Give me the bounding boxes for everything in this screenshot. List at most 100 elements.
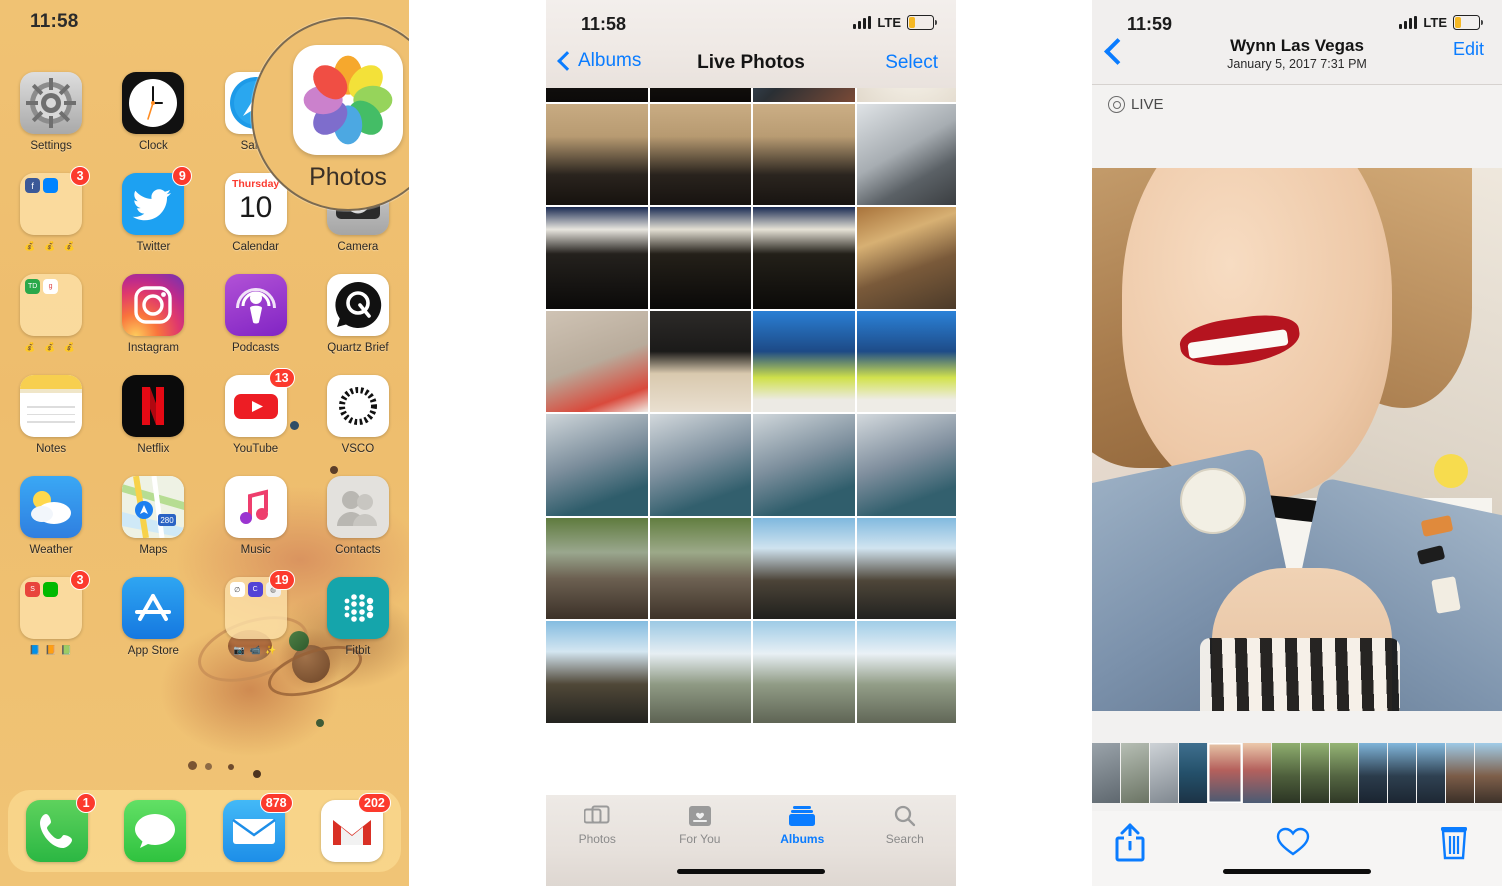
app-app-store[interactable]: App Store [109,577,197,657]
photo-thumbnail[interactable] [649,103,751,205]
app-twitter[interactable]: 9 Twitter [109,166,197,253]
photo-thumbnail[interactable] [649,621,751,723]
filmstrip-thumbnail[interactable] [1272,743,1300,803]
photo-thumbnail[interactable] [649,517,751,619]
photo-thumbnail[interactable] [856,88,956,102]
app-folder-phototools[interactable]: 19 ∅ C ◍ 📷 📹 ✨ [212,570,300,657]
filmstrip-thumbnail[interactable] [1150,743,1178,803]
photo-thumbnail[interactable] [753,621,855,723]
app-store-icon [122,577,185,639]
photo-thumbnail[interactable] [856,207,956,309]
app-quartz-brief[interactable]: Quartz Brief [314,274,402,354]
photo-thumbnail[interactable] [856,414,956,516]
panel-live-photos-album: 11:58 LTE Albums Live Photos Select Phot… [546,0,956,886]
photo-thumbnail[interactable] [649,310,751,412]
photo-thumbnail[interactable] [753,103,855,205]
app-music[interactable]: Music [212,476,300,556]
photo-thumbnail[interactable] [546,310,648,412]
photo-thumbnail[interactable] [546,414,648,516]
photo-thumbnail[interactable] [546,103,648,205]
photo-thumbnail[interactable] [753,88,855,102]
app-notes[interactable]: Notes [7,375,95,455]
badge-count: 9 [172,166,193,186]
app-clock[interactable]: Clock [109,72,197,152]
photo-thumbnail[interactable] [856,621,956,723]
photo-toolbar [1092,811,1502,886]
clock-icon [122,72,185,134]
photo-thumbnail[interactable] [546,88,648,102]
app-settings[interactable]: Settings [7,72,95,152]
photo-thumbnail[interactable] [649,207,751,309]
tab-search[interactable]: Search [854,805,957,886]
photo-thumbnail[interactable] [649,414,751,516]
filmstrip-thumbnail[interactable] [1243,743,1271,803]
photo-filmstrip[interactable] [1092,711,1502,811]
albums-folder-icon [788,805,816,827]
app-label: Weather [29,544,73,556]
app-folder-social[interactable]: 3 f 💰 💰 💰 [7,166,95,253]
app-podcasts[interactable]: Podcasts [212,274,300,354]
photo-thumbnail[interactable] [753,517,855,619]
select-button[interactable]: Select [885,52,938,74]
hero-photo[interactable] [1092,168,1502,711]
app-label: Podcasts [231,342,280,354]
dock-app-mail[interactable]: 878 [210,793,298,862]
photo-thumbnail[interactable] [649,88,751,102]
filmstrip-thumbnail[interactable] [1475,743,1502,803]
status-clock: 11:59 [1127,14,1173,34]
filmstrip-thumbnail[interactable] [1388,743,1416,803]
home-indicator [677,869,825,874]
screenshot-stage: 11:58 Settings Clock 3 f 💰 💰 💰 9 Twitter… [0,0,1502,886]
wallpaper-moon-4 [253,770,261,778]
photo-thumbnail[interactable] [856,517,956,619]
share-button[interactable] [1110,821,1158,865]
app-netflix[interactable]: Netflix [109,375,197,455]
svg-text:280: 280 [161,516,175,525]
favorite-button[interactable] [1273,821,1321,865]
app-folder-books[interactable]: 3 S 📘 📙 📗 [7,570,95,657]
photo-thumbnail[interactable] [753,414,855,516]
filmstrip-thumbnail[interactable] [1417,743,1445,803]
edit-button[interactable]: Edit [1453,39,1484,60]
photo-thumbnail[interactable] [753,207,855,309]
photo-thumbnail[interactable] [546,207,648,309]
delete-button[interactable] [1436,821,1484,865]
app-fitbit[interactable]: Fitbit [314,577,402,657]
photo-grid[interactable] [546,88,956,795]
filmstrip-thumbnail[interactable] [1301,743,1329,803]
tab-photos[interactable]: Photos [546,805,649,886]
instagram-icon [122,274,185,336]
photo-thumbnail[interactable] [546,517,648,619]
app-folder-money[interactable]: TD g 💰 💰 💰 [7,274,95,354]
photo-thumbnail[interactable] [546,621,648,723]
status-clock: 11:58 [581,14,627,34]
app-maps[interactable]: 280 Maps [109,476,197,556]
app-vsco[interactable]: VSCO [314,375,402,455]
dock-app-phone[interactable]: 1 [13,793,101,862]
app-youtube[interactable]: 13 YouTube [212,368,300,455]
app-contacts[interactable]: Contacts [314,476,402,556]
dock-app-messages[interactable] [111,800,199,862]
photo-grid-row [546,517,956,619]
filmstrip-thumbnail[interactable] [1359,743,1387,803]
filmstrip-thumbnail[interactable] [1092,743,1120,803]
music-note-icon [224,476,287,538]
photo-thumbnail[interactable] [753,310,855,412]
filmstrip-thumbnail[interactable] [1179,743,1207,803]
app-label: Maps [139,544,168,556]
photo-thumbnail[interactable] [856,103,956,205]
filmstrip-thumbnail[interactable] [1121,743,1149,803]
photo-thumbnail[interactable] [856,310,956,412]
filmstrip-thumbnail[interactable] [1446,743,1474,803]
magnifier-app-label: Photos [309,163,387,191]
app-instagram[interactable]: Instagram [109,274,197,354]
td-mini-icon: TD [25,279,41,294]
live-badge[interactable]: LIVE [1108,96,1164,113]
app-weather[interactable]: Weather [7,476,95,556]
dock-app-gmail[interactable]: 202 [308,793,396,862]
podcasts-icon [224,274,287,336]
calendar-icon: Thursday 10 [224,173,287,235]
filmstrip-thumbnail[interactable] [1208,743,1242,803]
app-label: Camera [337,241,379,253]
filmstrip-thumbnail[interactable] [1330,743,1358,803]
